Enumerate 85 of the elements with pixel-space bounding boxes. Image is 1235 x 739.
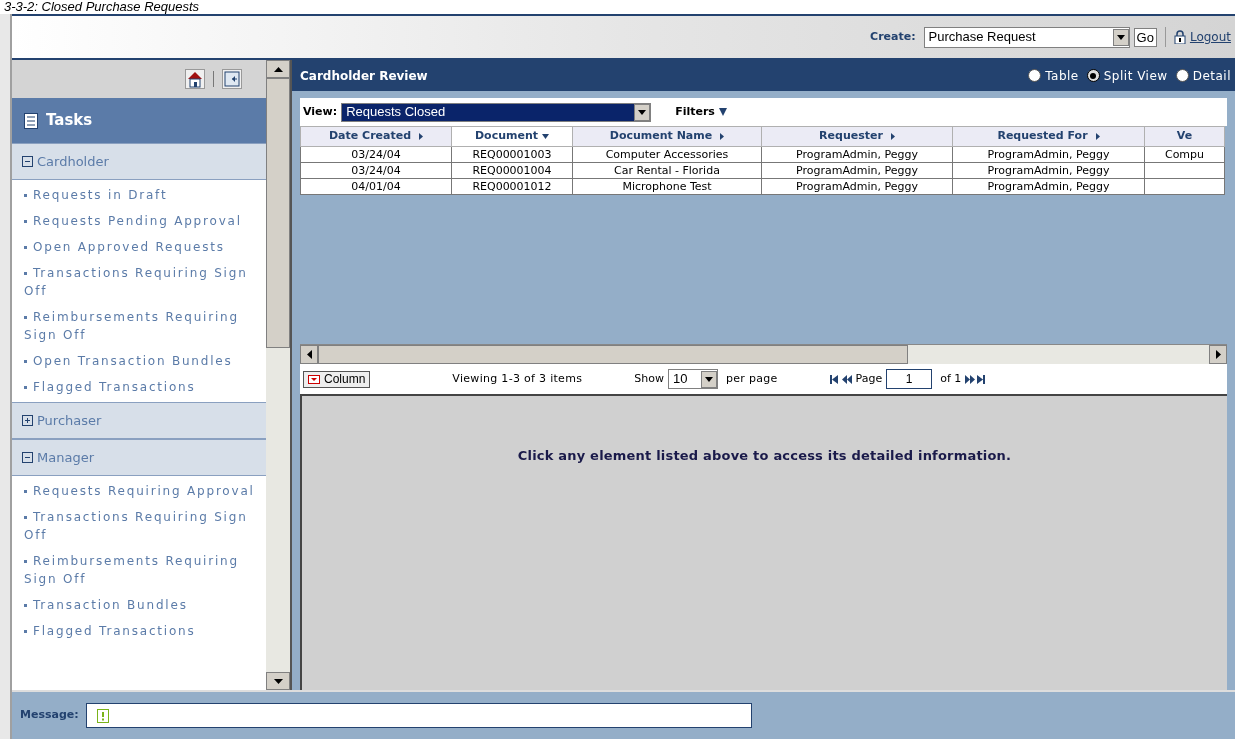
collapse-icon[interactable] — [22, 452, 33, 463]
detail-message: Click any element listed above to access its detailed information. — [517, 447, 1012, 465]
column-header[interactable]: Document — [451, 126, 573, 147]
table-cell: Computer Accessories — [605, 147, 729, 161]
dropdown-icon — [308, 374, 320, 384]
caret-right-icon — [720, 133, 725, 140]
table-cell: ProgramAdmin, Peggy — [796, 147, 918, 161]
view-mode-label[interactable]: Table — [1045, 66, 1079, 85]
home-icon[interactable] — [185, 69, 205, 89]
previous-page-icon[interactable] — [841, 374, 852, 384]
column-header[interactable]: Date Created — [300, 126, 452, 147]
per-page-dropdown[interactable]: 10 — [667, 369, 718, 389]
last-page-icon[interactable] — [977, 374, 986, 384]
go-button[interactable]: Go — [1133, 27, 1157, 47]
collapse-icon[interactable] — [22, 156, 33, 167]
radio-button[interactable] — [1175, 69, 1189, 82]
task-link[interactable]: Requests Requiring Approval — [24, 482, 262, 500]
create-dropdown[interactable]: Purchase Request — [923, 26, 1130, 48]
task-link[interactable]: Reimbursements Requiring Sign Off — [24, 308, 262, 344]
tasks-header: Tasks — [12, 98, 266, 143]
column-header[interactable]: Requester — [761, 126, 953, 147]
scroll-down-icon[interactable] — [273, 678, 283, 684]
page-caption: 3-3-2: Closed Purchase Requests — [4, 0, 200, 14]
table-cell: REQ00001012 — [472, 179, 552, 193]
filter-icon — [718, 108, 727, 116]
task-link[interactable]: Flagged Transactions — [24, 378, 262, 396]
task-link[interactable]: Requests Pending Approval — [24, 212, 262, 230]
task-link[interactable]: Open Approved Requests — [24, 238, 262, 256]
page-count: of 1 — [940, 370, 962, 387]
horizontal-scrollbar[interactable] — [300, 344, 1227, 364]
view-mode-label[interactable]: Split View — [1103, 66, 1168, 85]
create-label: Create: — [870, 28, 916, 45]
scroll-up-icon[interactable] — [273, 66, 283, 72]
task-link[interactable]: Transactions Requiring Sign Off — [24, 508, 262, 544]
view-dropdown[interactable]: Requests Closed — [341, 102, 652, 122]
message-label: Message: — [20, 707, 79, 724]
logout-link[interactable]: Logout — [1189, 28, 1231, 46]
task-link[interactable]: Transactions Requiring Sign Off — [24, 264, 262, 300]
task-link[interactable]: Flagged Transactions — [24, 622, 262, 640]
table-cell: 03/24/04 — [351, 163, 401, 177]
table-cell: 04/01/04 — [351, 179, 401, 193]
table-cell: REQ00001003 — [472, 147, 552, 161]
table-cell: ProgramAdmin, Peggy — [796, 179, 918, 193]
radio-button[interactable] — [1028, 69, 1042, 82]
view-label: View: — [303, 103, 338, 120]
show-label: Show — [634, 370, 664, 387]
panel-title: Cardholder Review — [300, 67, 428, 85]
warning-icon — [96, 708, 109, 723]
table-cell: Car Rental - Florida — [614, 163, 720, 177]
table-cell: ProgramAdmin, Peggy — [987, 163, 1110, 177]
view-mode-label[interactable]: Detail — [1192, 66, 1231, 85]
sort-down-icon — [542, 134, 550, 139]
expand-icon[interactable] — [22, 415, 33, 426]
scroll-right-icon[interactable] — [1215, 350, 1221, 359]
task-link[interactable]: Transaction Bundles — [24, 596, 262, 614]
caret-right-icon — [890, 133, 895, 140]
table-cell: ProgramAdmin, Peggy — [796, 163, 918, 177]
table-cell: 03/24/04 — [351, 147, 401, 161]
table-cell: Microphone Test — [622, 179, 712, 193]
list-icon — [24, 112, 38, 129]
task-link[interactable]: Requests in Draft — [24, 186, 262, 204]
task-link[interactable]: Reimbursements Requiring Sign Off — [24, 552, 262, 588]
page-label: Page — [855, 370, 883, 387]
column-header[interactable]: Requested For — [952, 126, 1145, 147]
caret-right-icon — [1095, 133, 1100, 140]
table-cell: ProgramAdmin, Peggy — [987, 147, 1110, 161]
table-cell: REQ00001004 — [472, 163, 552, 177]
column-button[interactable]: Column — [303, 370, 371, 388]
column-header[interactable]: Ve — [1144, 126, 1225, 147]
table-cell: ProgramAdmin, Peggy — [987, 179, 1110, 193]
per-page-label: per page — [725, 370, 778, 387]
viewing-count: Viewing 1-3 of 3 items — [452, 370, 583, 387]
vertical-scrollbar[interactable] — [266, 60, 290, 690]
radio-button[interactable] — [1086, 69, 1100, 82]
filters-link[interactable]: Filters — [675, 103, 727, 121]
first-page-icon[interactable] — [829, 374, 838, 384]
table-cell: Compu — [1164, 147, 1205, 161]
collapse-panel-icon[interactable] — [222, 69, 242, 89]
caret-right-icon — [419, 133, 424, 140]
next-page-icon[interactable] — [965, 374, 976, 384]
page-field[interactable]: 1 — [886, 369, 933, 389]
lock-icon — [1173, 30, 1186, 44]
task-link[interactable]: Open Transaction Bundles — [24, 352, 262, 370]
scroll-left-icon[interactable] — [306, 350, 312, 359]
column-header[interactable]: Document Name — [572, 126, 762, 147]
